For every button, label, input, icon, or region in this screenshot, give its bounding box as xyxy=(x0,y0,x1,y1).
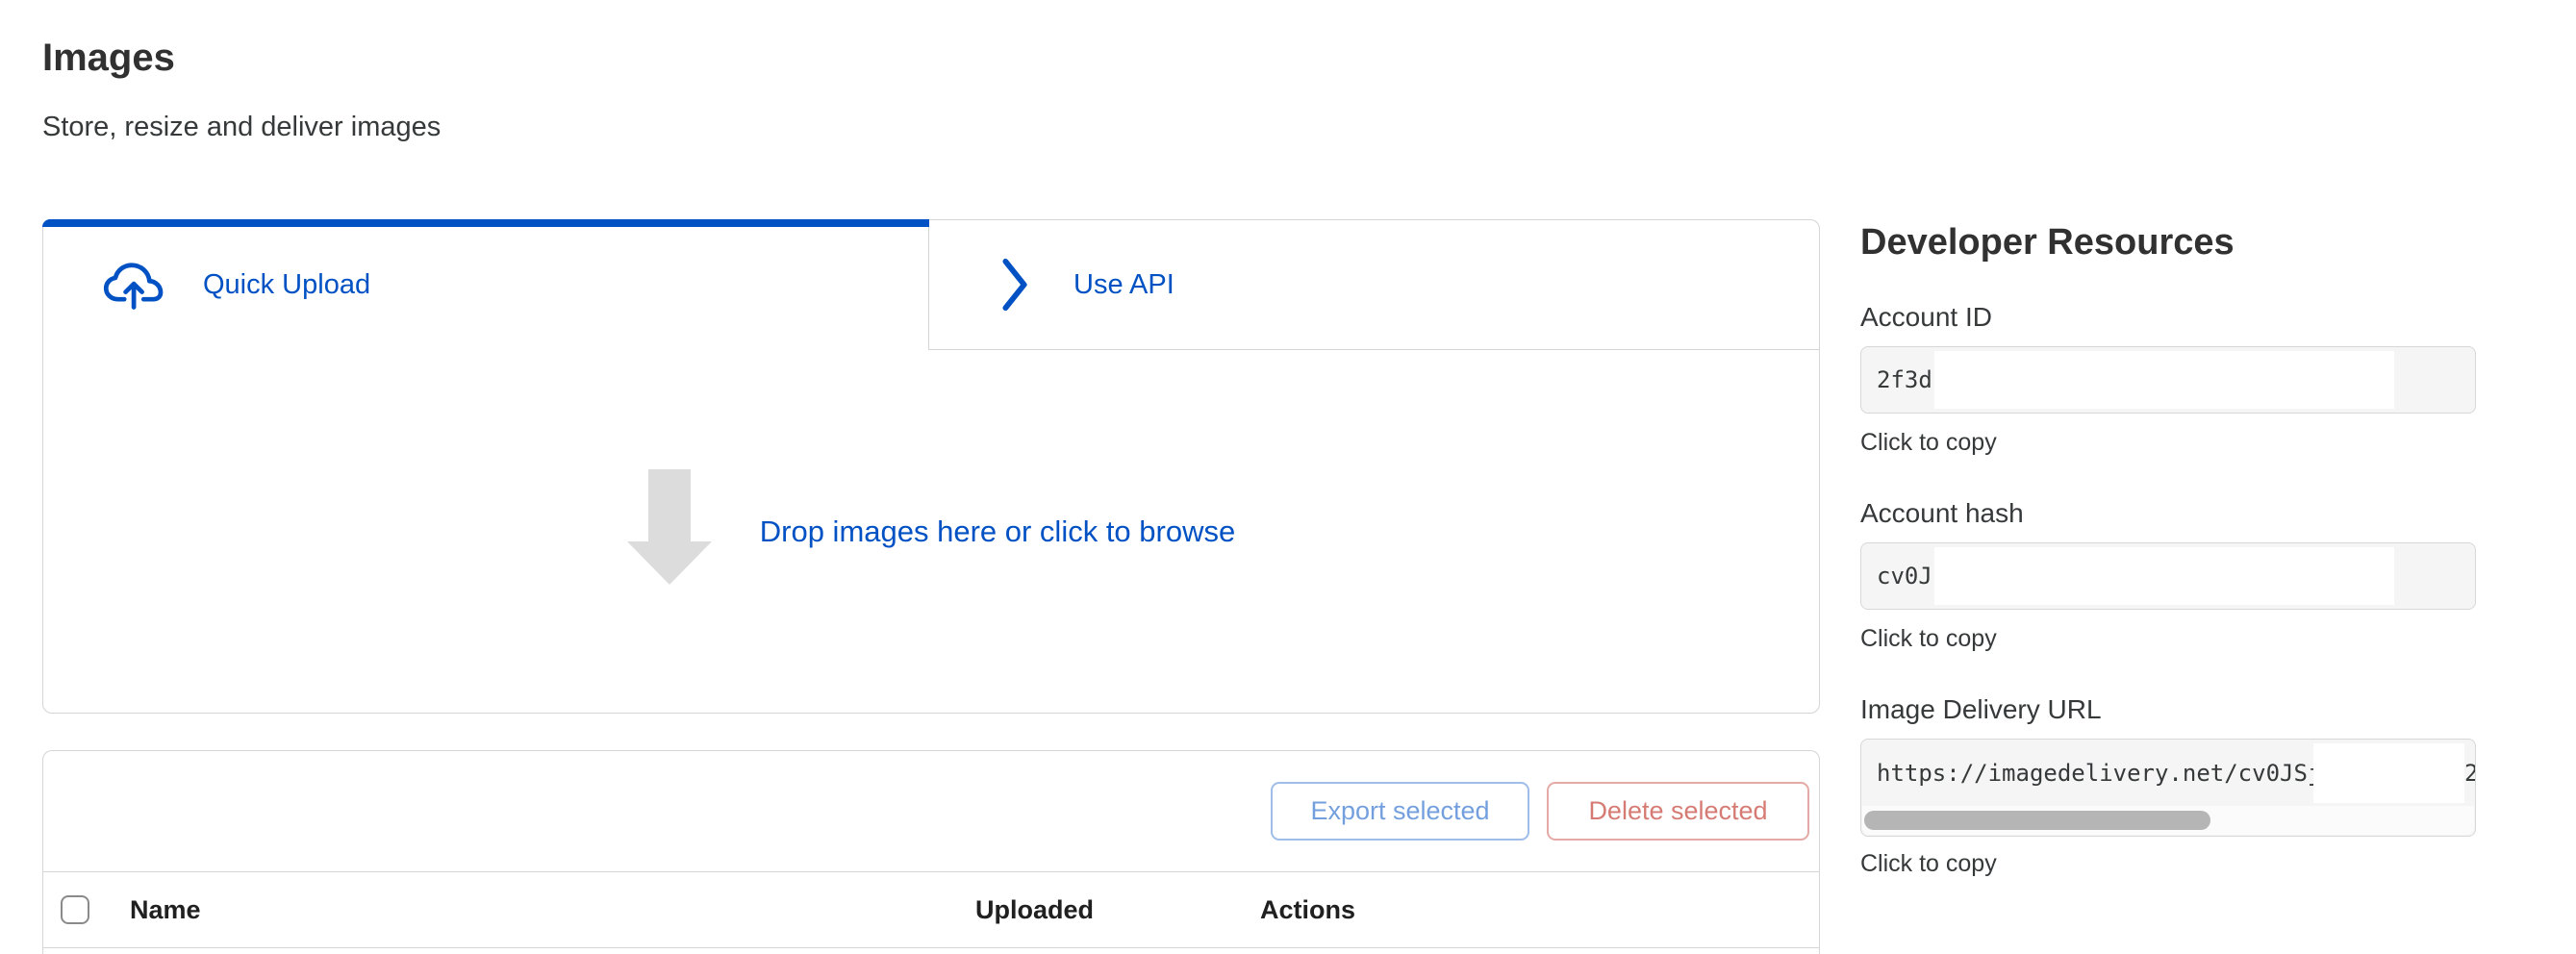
account-id-label: Account ID xyxy=(1860,302,1992,333)
image-delivery-url-text-area: https://imagedelivery.net/cv0JSj 2 xyxy=(1861,740,2475,807)
tab-use-api-label: Use API xyxy=(1073,269,1174,301)
tab-use-api[interactable]: Use API xyxy=(929,220,1819,350)
tab-quick-upload[interactable]: Quick Upload xyxy=(43,220,929,350)
url-horizontal-scrollbar-track xyxy=(1862,806,2474,835)
active-tab-indicator xyxy=(42,219,929,227)
account-id-value: 2f3d xyxy=(1877,347,1932,413)
image-delivery-url-copy-box[interactable]: https://imagedelivery.net/cv0JSj 2 xyxy=(1860,739,2476,837)
image-dropzone[interactable]: Drop images here or click to browse xyxy=(43,350,1819,713)
account-hash-redaction xyxy=(1934,547,2394,605)
image-table-card: Export selected Delete selected Name Upl… xyxy=(42,750,1820,954)
images-page: Images Store, resize and deliver images … xyxy=(0,0,2576,954)
upload-card: Quick Upload Use API Drop images here or… xyxy=(42,219,1820,714)
developer-resources-panel: Developer Resources Account ID 2f3d Clic… xyxy=(1860,221,2476,264)
account-hash-copy-box[interactable]: cv0J xyxy=(1860,542,2476,610)
column-header-name: Name xyxy=(130,895,201,925)
delete-selected-button[interactable]: Delete selected xyxy=(1547,782,1809,841)
select-all-checkbox[interactable] xyxy=(61,895,89,924)
image-delivery-url-label: Image Delivery URL xyxy=(1860,694,2102,725)
chevron-right-icon xyxy=(1000,257,1029,313)
account-hash-label: Account hash xyxy=(1860,498,2024,529)
account-id-copy-box[interactable]: 2f3d xyxy=(1860,346,2476,414)
account-id-redaction xyxy=(1934,351,2394,409)
image-delivery-url-clipped-char: 2 xyxy=(2464,740,2475,807)
image-delivery-url-copy-hint: Click to copy xyxy=(1860,850,1997,878)
account-hash-copy-hint: Click to copy xyxy=(1860,625,1997,653)
developer-resources-heading: Developer Resources xyxy=(1860,221,2476,264)
image-delivery-url-redaction xyxy=(2313,743,2464,803)
page-title: Images xyxy=(42,35,175,81)
page-subtitle: Store, resize and deliver images xyxy=(42,110,441,144)
account-hash-value: cv0J xyxy=(1877,543,1932,609)
column-header-actions: Actions xyxy=(1260,895,1355,925)
image-delivery-url-value: https://imagedelivery.net/cv0JSj xyxy=(1877,740,2321,807)
url-horizontal-scrollbar-thumb[interactable] xyxy=(1864,811,2210,830)
column-header-uploaded: Uploaded xyxy=(975,895,1094,925)
table-header-row: Name Uploaded Actions xyxy=(43,871,1819,948)
cloud-upload-icon xyxy=(101,261,170,311)
dropzone-label: Drop images here or click to browse xyxy=(760,515,1235,549)
tab-quick-upload-label: Quick Upload xyxy=(203,269,370,301)
arrow-down-icon xyxy=(627,469,712,585)
export-selected-button[interactable]: Export selected xyxy=(1271,782,1529,841)
account-id-copy-hint: Click to copy xyxy=(1860,429,1997,457)
